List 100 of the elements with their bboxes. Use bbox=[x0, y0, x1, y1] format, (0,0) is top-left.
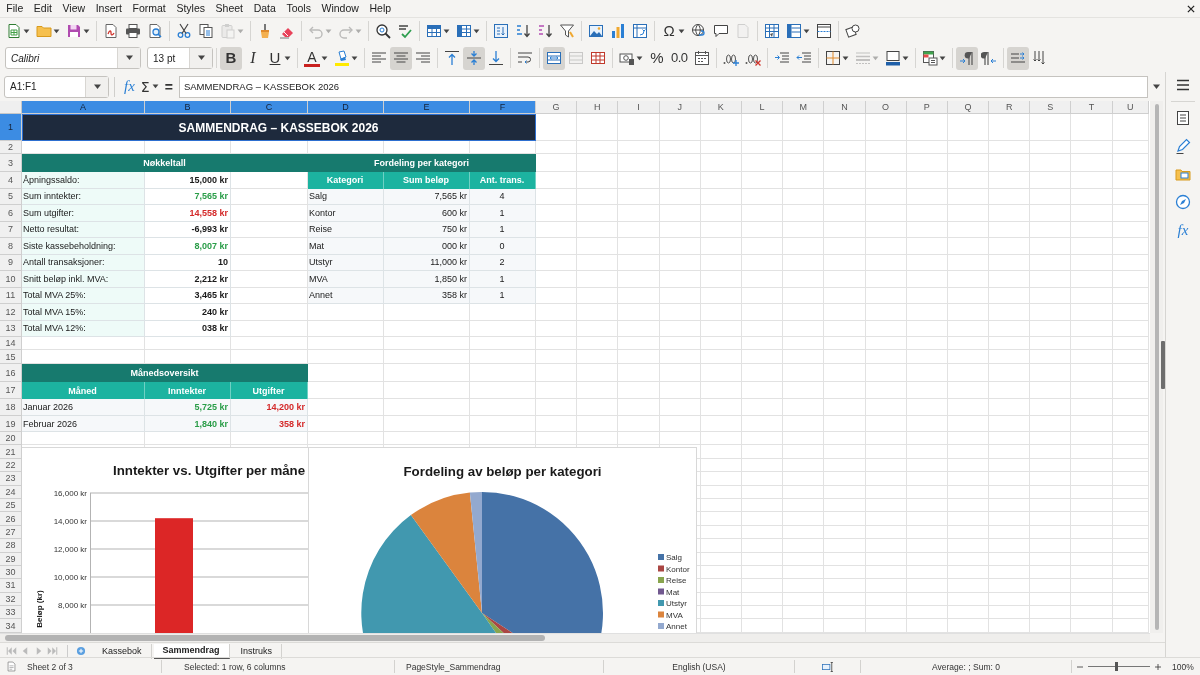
name-box[interactable]: A1:F1 bbox=[4, 75, 109, 98]
column-header[interactable]: E bbox=[384, 101, 470, 114]
row-header[interactable]: 34 bbox=[0, 619, 22, 633]
column-header[interactable]: U bbox=[1112, 101, 1149, 114]
column-header[interactable]: N bbox=[824, 101, 866, 114]
column-header[interactable]: G bbox=[536, 101, 578, 114]
caret-icon[interactable] bbox=[23, 28, 30, 34]
font-name-box[interactable]: Calibri bbox=[5, 47, 141, 69]
font-size-box[interactable]: 13 pt bbox=[147, 47, 213, 69]
plus-icon[interactable] bbox=[1154, 662, 1162, 671]
row-header[interactable]: 20 bbox=[0, 432, 22, 446]
column-header[interactable]: A bbox=[22, 101, 145, 114]
row-header[interactable]: 8 bbox=[0, 238, 22, 255]
add-sheet-icon[interactable] bbox=[76, 646, 86, 656]
menu-item[interactable]: Sheet bbox=[210, 1, 249, 16]
row-header[interactable]: 21 bbox=[0, 445, 22, 459]
row-header[interactable]: 31 bbox=[0, 579, 22, 593]
font-color-button[interactable]: A bbox=[301, 46, 331, 70]
column-header[interactable]: T bbox=[1071, 101, 1113, 114]
sheet-tab[interactable]: Instruks bbox=[231, 643, 283, 659]
formula-input[interactable]: SAMMENDRAG – KASSEBOK 2026 bbox=[178, 75, 1148, 98]
scrollbar-thumb[interactable] bbox=[1154, 104, 1159, 630]
caret-icon[interactable] bbox=[443, 28, 450, 34]
menu-item[interactable]: Help bbox=[364, 1, 397, 16]
sum-button[interactable]: Σ bbox=[137, 75, 162, 98]
row-header[interactable]: 33 bbox=[0, 606, 22, 620]
functions-button[interactable]: fx bbox=[1177, 222, 1189, 238]
column-header[interactable]: J bbox=[659, 101, 701, 114]
row-header[interactable]: 15 bbox=[0, 350, 22, 364]
menu-item[interactable]: File bbox=[1, 1, 29, 16]
picture-folder-icon[interactable] bbox=[1175, 166, 1191, 182]
sidebar-grip[interactable] bbox=[1161, 341, 1165, 389]
menu-item[interactable]: View bbox=[57, 1, 91, 16]
caret-icon[interactable] bbox=[901, 55, 909, 61]
formula-button[interactable]: = bbox=[161, 75, 176, 98]
caret-icon[interactable] bbox=[83, 28, 90, 34]
column-header[interactable]: H bbox=[577, 101, 619, 114]
italic-button[interactable]: I bbox=[242, 46, 264, 70]
menu-item[interactable]: Format bbox=[127, 1, 172, 16]
row-header[interactable]: 17 bbox=[0, 382, 22, 399]
row-header[interactable]: 6 bbox=[0, 205, 22, 222]
row-header[interactable]: 10 bbox=[0, 271, 22, 288]
caret-icon[interactable] bbox=[473, 28, 480, 34]
left-to-right-button[interactable] bbox=[955, 46, 978, 70]
text-horizontal-button[interactable] bbox=[1006, 46, 1029, 70]
column-header[interactable]: L bbox=[741, 101, 784, 114]
slider-thumb[interactable] bbox=[1115, 662, 1118, 671]
row-header[interactable]: 19 bbox=[0, 416, 22, 432]
caret-icon[interactable] bbox=[841, 55, 849, 61]
number-format-button[interactable]: 0.0 bbox=[668, 46, 691, 70]
caret-icon[interactable] bbox=[803, 28, 810, 34]
row-header[interactable]: 3 bbox=[0, 154, 22, 172]
column-header[interactable]: R bbox=[989, 101, 1031, 114]
menu-item[interactable]: Edit bbox=[28, 1, 58, 16]
menu-icon[interactable] bbox=[1175, 77, 1191, 93]
caret-icon[interactable] bbox=[1152, 83, 1161, 90]
column-header[interactable]: I bbox=[618, 101, 660, 114]
function-wizard-button[interactable]: fx bbox=[121, 75, 138, 98]
caret-icon[interactable] bbox=[92, 83, 102, 90]
column-header[interactable]: C bbox=[231, 101, 308, 114]
menu-item[interactable]: Window bbox=[316, 1, 365, 16]
row-header[interactable]: 1 bbox=[0, 114, 22, 141]
row-header[interactable]: 2 bbox=[0, 141, 22, 154]
caret-icon[interactable] bbox=[678, 28, 685, 34]
menu-item[interactable]: Tools bbox=[281, 1, 317, 16]
row-header[interactable]: 23 bbox=[0, 472, 22, 486]
special-character-button[interactable]: Ω bbox=[658, 19, 688, 43]
caret-icon[interactable] bbox=[53, 28, 60, 34]
pen-icon[interactable] bbox=[1175, 138, 1191, 154]
column-header[interactable]: B bbox=[145, 101, 231, 114]
column-header[interactable]: O bbox=[865, 101, 907, 114]
column-header[interactable]: S bbox=[1030, 101, 1072, 114]
row-header[interactable]: 12 bbox=[0, 304, 22, 321]
caret-icon[interactable] bbox=[196, 55, 206, 61]
close-icon[interactable] bbox=[1186, 3, 1196, 14]
column-header[interactable]: M bbox=[783, 101, 825, 114]
underline-button[interactable]: U bbox=[264, 46, 294, 70]
properties-icon[interactable] bbox=[1175, 110, 1191, 126]
merge-center-button[interactable] bbox=[543, 46, 565, 70]
scrollbar-thumb[interactable] bbox=[5, 635, 545, 641]
row-header[interactable]: 18 bbox=[0, 399, 22, 416]
menu-item[interactable]: Styles bbox=[171, 1, 211, 16]
row-header[interactable]: 14 bbox=[0, 337, 22, 350]
caret-icon[interactable] bbox=[938, 55, 946, 61]
column-header[interactable]: F bbox=[470, 101, 536, 114]
column-header[interactable]: K bbox=[700, 101, 742, 114]
caret-icon[interactable] bbox=[321, 55, 328, 61]
caret-icon[interactable] bbox=[351, 55, 358, 61]
caret-icon[interactable] bbox=[151, 84, 159, 89]
menu-item[interactable]: Data bbox=[248, 1, 282, 16]
caret-icon[interactable] bbox=[124, 55, 134, 61]
column-header[interactable]: P bbox=[906, 101, 948, 114]
caret-icon[interactable] bbox=[636, 55, 643, 61]
sheet-tab[interactable]: Kassebok bbox=[93, 643, 152, 659]
percent-button[interactable]: % bbox=[646, 46, 668, 70]
column-header[interactable]: D bbox=[308, 101, 384, 114]
row-header[interactable]: 28 bbox=[0, 539, 22, 553]
caret-icon[interactable] bbox=[284, 55, 291, 61]
row-header[interactable]: 16 bbox=[0, 364, 22, 382]
bold-button[interactable]: B bbox=[220, 46, 242, 70]
